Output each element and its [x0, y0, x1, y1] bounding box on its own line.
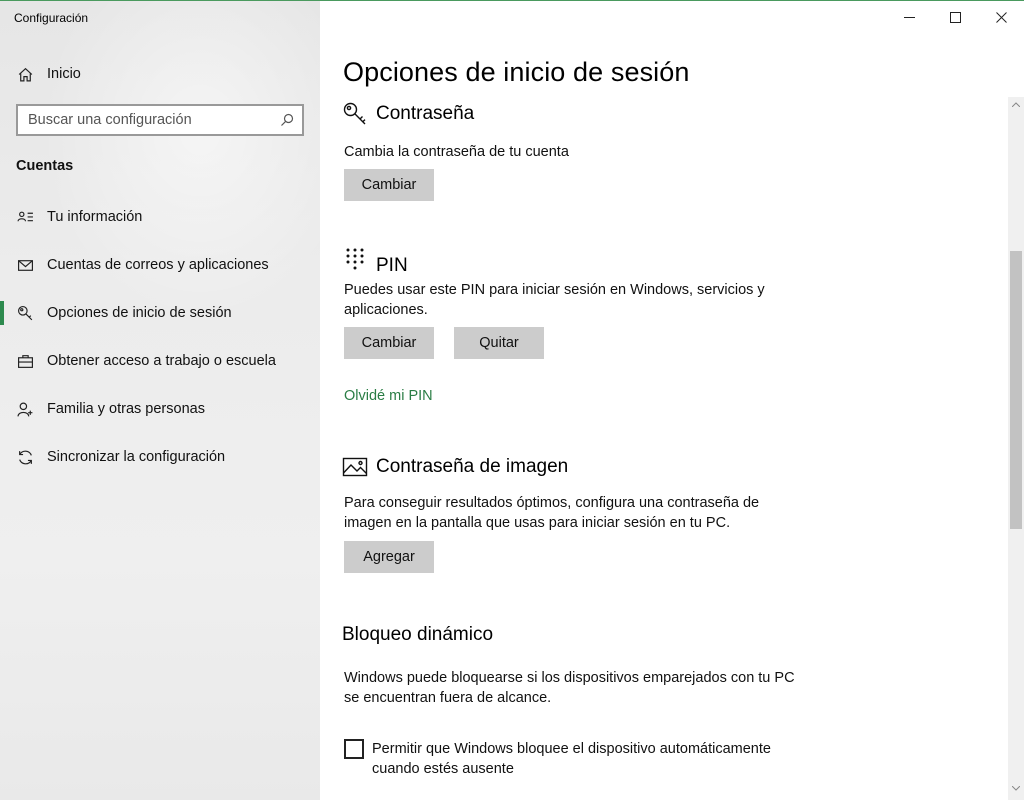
key-icon: [16, 304, 34, 322]
scroll-thumb[interactable]: [1010, 251, 1022, 529]
sync-icon: [16, 448, 34, 466]
search-box[interactable]: [16, 104, 304, 136]
sidebar-item-label: Tu información: [47, 209, 143, 225]
sidebar-item-email-accounts[interactable]: Cuentas de correos y aplicaciones: [0, 241, 320, 289]
person-card-icon: [16, 208, 34, 226]
mail-icon: [16, 256, 34, 274]
dynamic-lock-checkbox-label: Permitir que Windows bloquee el disposit…: [372, 741, 771, 777]
section-title-text: Contraseña de imagen: [376, 456, 569, 477]
sidebar-item-label: Obtener acceso a trabajo o escuela: [47, 353, 276, 369]
section-title-text: Contraseña: [376, 103, 475, 124]
section-title-text: PIN: [376, 255, 408, 276]
picture-password-section-title: Contraseña de imagen: [342, 454, 568, 480]
dynamic-lock-checkbox[interactable]: [344, 739, 364, 759]
page-title: Opciones de inicio de sesión: [343, 57, 690, 87]
search-icon[interactable]: [280, 113, 294, 127]
sidebar-item-sign-in-options[interactable]: Opciones de inicio de sesión: [0, 289, 320, 337]
sidebar-item-family[interactable]: Familia y otras personas: [0, 385, 320, 433]
settings-window: Configuración Inicio Cuentas Tu informac…: [0, 0, 1024, 800]
password-section-title: Contraseña: [342, 101, 474, 127]
search-input[interactable]: [28, 112, 280, 128]
home-icon: [16, 65, 34, 83]
sidebar-item-label: Familia y otras personas: [47, 401, 205, 417]
dynamic-lock-checkbox-row[interactable]: Permitir que Windows bloquee el disposit…: [344, 739, 802, 779]
dynamic-lock-description: Windows puede bloquearse si los disposit…: [344, 670, 795, 706]
pin-description: Puedes usar este PIN para iniciar sesión…: [344, 282, 765, 318]
section-heading-accounts: Cuentas: [16, 158, 74, 174]
sidebar: Configuración Inicio Cuentas Tu informac…: [0, 1, 320, 800]
sidebar-nav: Tu información Cuentas de correos y apli…: [0, 193, 320, 481]
sidebar-item-sync[interactable]: Sincronizar la configuración: [0, 433, 320, 481]
picture-password-description: Para conseguir resultados óptimos, confi…: [344, 495, 760, 531]
scroll-down-icon[interactable]: [1008, 781, 1024, 795]
add-picture-password-button[interactable]: Agregar: [344, 541, 434, 573]
change-pin-button[interactable]: Cambiar: [344, 327, 434, 359]
scroll-up-icon[interactable]: [1008, 97, 1024, 111]
sidebar-item-home[interactable]: Inicio: [0, 57, 320, 91]
sidebar-item-label: Cuentas de correos y aplicaciones: [47, 257, 269, 273]
briefcase-icon: [16, 352, 34, 370]
forgot-pin-link[interactable]: Olvidé mi PIN: [344, 388, 433, 404]
keypad-icon: [342, 246, 368, 272]
person-add-icon: [16, 400, 34, 418]
key-icon: [342, 101, 368, 127]
password-description: Cambia la contraseña de tu cuenta: [344, 144, 569, 160]
sidebar-item-label: Sincronizar la configuración: [47, 449, 226, 465]
vertical-scrollbar[interactable]: [1008, 97, 1024, 800]
sidebar-item-label: Inicio: [47, 66, 81, 82]
dynamic-lock-section-title: Bloqueo dinámico: [342, 624, 494, 645]
remove-pin-button[interactable]: Quitar: [454, 327, 544, 359]
sidebar-item-your-info[interactable]: Tu información: [0, 193, 320, 241]
pin-section-title: PIN: [342, 241, 408, 277]
picture-icon: [342, 454, 368, 480]
app-title: Configuración: [14, 11, 89, 25]
change-password-button[interactable]: Cambiar: [344, 169, 434, 201]
main-content: Opciones de inicio de sesión Contraseña …: [320, 1, 1024, 800]
sidebar-item-work-school[interactable]: Obtener acceso a trabajo o escuela: [0, 337, 320, 385]
sidebar-item-label: Opciones de inicio de sesión: [47, 305, 232, 321]
